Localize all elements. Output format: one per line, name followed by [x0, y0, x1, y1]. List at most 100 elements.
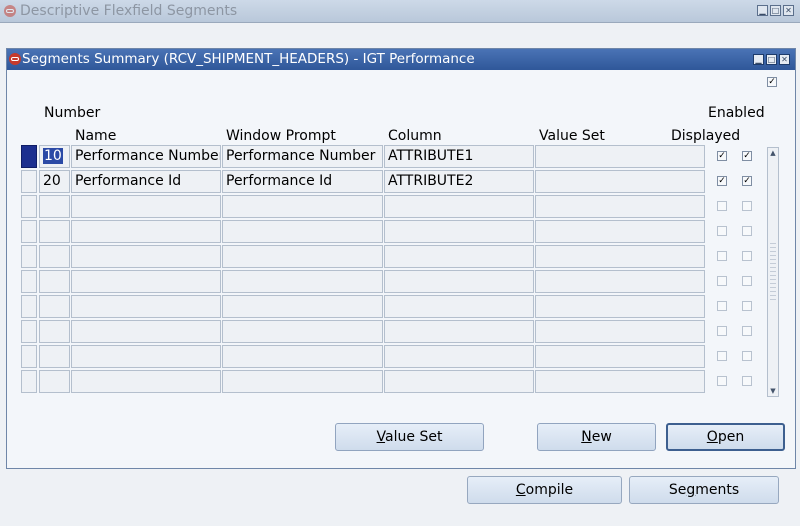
row-selector[interactable] [21, 270, 37, 293]
enabled-checkbox[interactable] [742, 251, 752, 261]
displayed-checkbox[interactable] [717, 301, 727, 311]
displayed-checkbox[interactable]: ✓ [717, 176, 727, 186]
value-set-cell[interactable] [535, 370, 705, 393]
maximize-icon[interactable]: □ [766, 54, 777, 65]
window-prompt-cell[interactable]: Performance Number [222, 145, 383, 168]
scroll-down-icon[interactable]: ▼ [769, 387, 777, 395]
column-cell[interactable] [384, 245, 534, 268]
number-cell[interactable] [39, 220, 70, 243]
enabled-checkbox[interactable]: ✓ [742, 151, 752, 161]
table-scrollbar[interactable]: ▲ ▼ [767, 147, 779, 397]
window-prompt-cell[interactable]: Performance Id [222, 170, 383, 193]
row-selector[interactable] [21, 245, 37, 268]
value-set-cell[interactable] [535, 345, 705, 368]
displayed-checkbox[interactable] [717, 201, 727, 211]
close-icon[interactable]: ✕ [783, 5, 794, 16]
close-icon[interactable]: ✕ [779, 54, 790, 65]
name-cell[interactable]: Performance Number [71, 145, 221, 168]
dialog-titlebar: Segments Summary (RCV_SHIPMENT_HEADERS) … [7, 49, 795, 70]
number-cell[interactable] [39, 245, 70, 268]
value-set-cell[interactable] [535, 145, 705, 168]
name-cell[interactable] [71, 195, 221, 218]
window-prompt-cell[interactable] [222, 195, 383, 218]
row-selector[interactable] [21, 220, 37, 243]
row-selector[interactable] [21, 170, 37, 193]
window-prompt-cell[interactable] [222, 270, 383, 293]
value-set-cell[interactable] [535, 170, 705, 193]
name-cell[interactable] [71, 320, 221, 343]
column-cell[interactable]: ATTRIBUTE2 [384, 170, 534, 193]
enabled-checkbox[interactable] [742, 376, 752, 386]
column-cell[interactable] [384, 195, 534, 218]
column-cell[interactable] [384, 295, 534, 318]
number-cell[interactable]: 20 [39, 170, 70, 193]
scroll-up-icon[interactable]: ▲ [769, 149, 777, 157]
value-set-cell[interactable] [535, 245, 705, 268]
window-prompt-cell[interactable] [222, 320, 383, 343]
header-number: Number [44, 105, 101, 121]
compile-button[interactable]: Compile [467, 476, 622, 504]
displayed-checkbox[interactable] [717, 326, 727, 336]
scroll-thumb[interactable] [770, 243, 776, 303]
name-cell[interactable] [71, 295, 221, 318]
name-cell[interactable] [71, 270, 221, 293]
displayed-checkbox[interactable] [717, 376, 727, 386]
window-prompt-cell[interactable] [222, 245, 383, 268]
value-set-cell[interactable] [535, 220, 705, 243]
column-cell[interactable] [384, 345, 534, 368]
background-window-titlebar: Descriptive Flexfield Segments ▁ □ ✕ [0, 0, 800, 23]
value-set-cell[interactable] [535, 295, 705, 318]
maximize-icon[interactable]: □ [770, 5, 781, 16]
number-cell[interactable] [39, 320, 70, 343]
top-checkbox[interactable]: ✓ [767, 77, 777, 87]
number-cell[interactable] [39, 345, 70, 368]
displayed-checkbox[interactable] [717, 276, 727, 286]
open-button[interactable]: Open [666, 423, 785, 451]
displayed-checkbox[interactable]: ✓ [717, 151, 727, 161]
name-cell[interactable] [71, 220, 221, 243]
header-column: Column [388, 128, 442, 144]
column-cell[interactable] [384, 320, 534, 343]
column-cell[interactable] [384, 370, 534, 393]
row-selector[interactable] [21, 320, 37, 343]
window-prompt-cell[interactable] [222, 220, 383, 243]
row-selector[interactable] [21, 295, 37, 318]
number-cell[interactable] [39, 270, 70, 293]
enabled-checkbox[interactable]: ✓ [742, 176, 752, 186]
enabled-checkbox[interactable] [742, 326, 752, 336]
window-prompt-cell[interactable] [222, 370, 383, 393]
segments-button[interactable]: Segments [629, 476, 779, 504]
row-selector[interactable] [21, 345, 37, 368]
value-set-button[interactable]: Value Set [335, 423, 484, 451]
name-cell[interactable]: Performance Id [71, 170, 221, 193]
name-cell[interactable] [71, 370, 221, 393]
name-cell[interactable] [71, 245, 221, 268]
number-cell[interactable] [39, 370, 70, 393]
displayed-checkbox[interactable] [717, 251, 727, 261]
row-selector[interactable] [21, 145, 37, 168]
enabled-checkbox[interactable] [742, 351, 752, 361]
window-prompt-cell[interactable] [222, 295, 383, 318]
number-cell[interactable] [39, 195, 70, 218]
enabled-checkbox[interactable] [742, 226, 752, 236]
minimize-icon[interactable]: ▁ [753, 54, 764, 65]
row-selector[interactable] [21, 195, 37, 218]
number-cell[interactable]: 10 [39, 145, 70, 168]
displayed-checkbox[interactable] [717, 351, 727, 361]
value-set-cell[interactable] [535, 195, 705, 218]
minimize-icon[interactable]: ▁ [757, 5, 768, 16]
value-set-cell[interactable] [535, 320, 705, 343]
column-cell[interactable]: ATTRIBUTE1 [384, 145, 534, 168]
row-selector[interactable] [21, 370, 37, 393]
value-set-cell[interactable] [535, 270, 705, 293]
enabled-checkbox[interactable] [742, 301, 752, 311]
displayed-checkbox[interactable] [717, 226, 727, 236]
enabled-checkbox[interactable] [742, 201, 752, 211]
name-cell[interactable] [71, 345, 221, 368]
enabled-checkbox[interactable] [742, 276, 752, 286]
new-button[interactable]: New [537, 423, 656, 451]
column-cell[interactable] [384, 270, 534, 293]
window-prompt-cell[interactable] [222, 345, 383, 368]
number-cell[interactable] [39, 295, 70, 318]
column-cell[interactable] [384, 220, 534, 243]
